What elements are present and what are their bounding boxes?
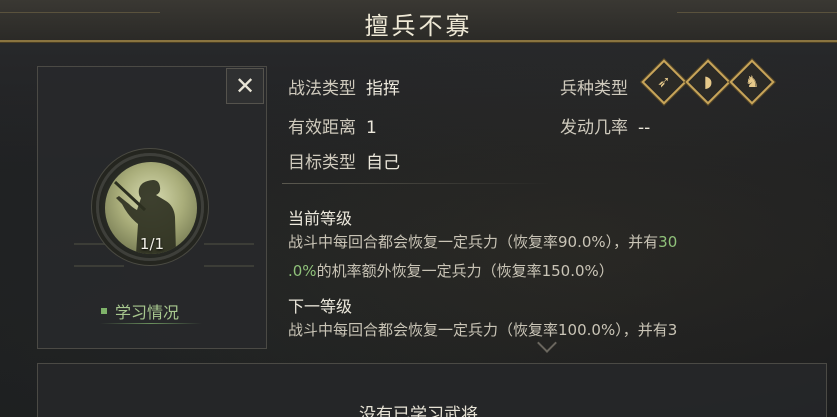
learn-status-underline xyxy=(100,323,202,324)
learn-status-button[interactable]: 学习情况 xyxy=(101,300,179,322)
target-value: 自己 xyxy=(366,153,400,173)
range-label: 有效距离 xyxy=(288,118,356,138)
next-level-desc-line1: 战斗中每回合都会恢复一定兵力（恢复率100.0%），并有3 xyxy=(288,321,678,339)
tactic-type-value: 指挥 xyxy=(366,79,400,99)
info-divider xyxy=(282,183,552,184)
no-learned-generals-text: 没有已学习武将 xyxy=(359,405,478,417)
horse-icon[interactable]: ♞ xyxy=(729,59,775,105)
target-row: 目标类型 自己 xyxy=(288,148,400,173)
learn-status-label: 学习情况 xyxy=(115,303,180,322)
current-level-desc-line1: 战斗中每回合都会恢复一定兵力（恢复率90.0%），并有30 xyxy=(288,230,677,254)
trigger-rate-label: 发动几率 xyxy=(560,118,628,138)
trigger-rate-row: 发动几率 -- xyxy=(560,113,650,138)
title-decoration-right xyxy=(677,12,837,30)
current-level-highlight-b: .0% xyxy=(288,262,317,280)
range-row: 有效距离 1 xyxy=(288,113,377,138)
skill-level-text: 1/1 xyxy=(139,235,165,253)
current-level-highlight-a: 30 xyxy=(658,233,678,251)
close-icon: ✕ xyxy=(234,72,256,100)
next-level-title: 下一等级 xyxy=(288,297,353,316)
target-label: 目标类型 xyxy=(288,153,356,173)
current-level-title: 当前等级 xyxy=(288,209,353,228)
shield-icon[interactable]: ◗ xyxy=(685,59,731,105)
troop-type-label: 兵种类型 xyxy=(560,79,628,99)
tactic-type-row: 战法类型 指挥 xyxy=(288,74,400,99)
troop-type-icons: ➶ ◗ ♞ xyxy=(641,59,775,105)
tactic-type-label: 战法类型 xyxy=(288,79,356,99)
bow-icon[interactable]: ➶ xyxy=(641,59,687,105)
current-level-text-a: 战斗中每回合都会恢复一定兵力（恢复率90.0%），并有 xyxy=(288,233,659,251)
range-value: 1 xyxy=(366,118,377,138)
close-button[interactable]: ✕ xyxy=(226,68,264,104)
current-level-text-b: 的机率额外恢复一定兵力（恢复率150.0%） xyxy=(316,262,614,280)
portrait-wing-right xyxy=(204,243,254,267)
title-bar: 擅兵不寡 xyxy=(0,0,837,42)
trigger-rate-value: -- xyxy=(638,118,651,138)
current-level-desc-line2: .0%的机率额外恢复一定兵力（恢复率150.0%） xyxy=(288,259,614,283)
status-dot-icon xyxy=(101,308,107,314)
troop-type-row: 兵种类型 xyxy=(560,74,628,99)
